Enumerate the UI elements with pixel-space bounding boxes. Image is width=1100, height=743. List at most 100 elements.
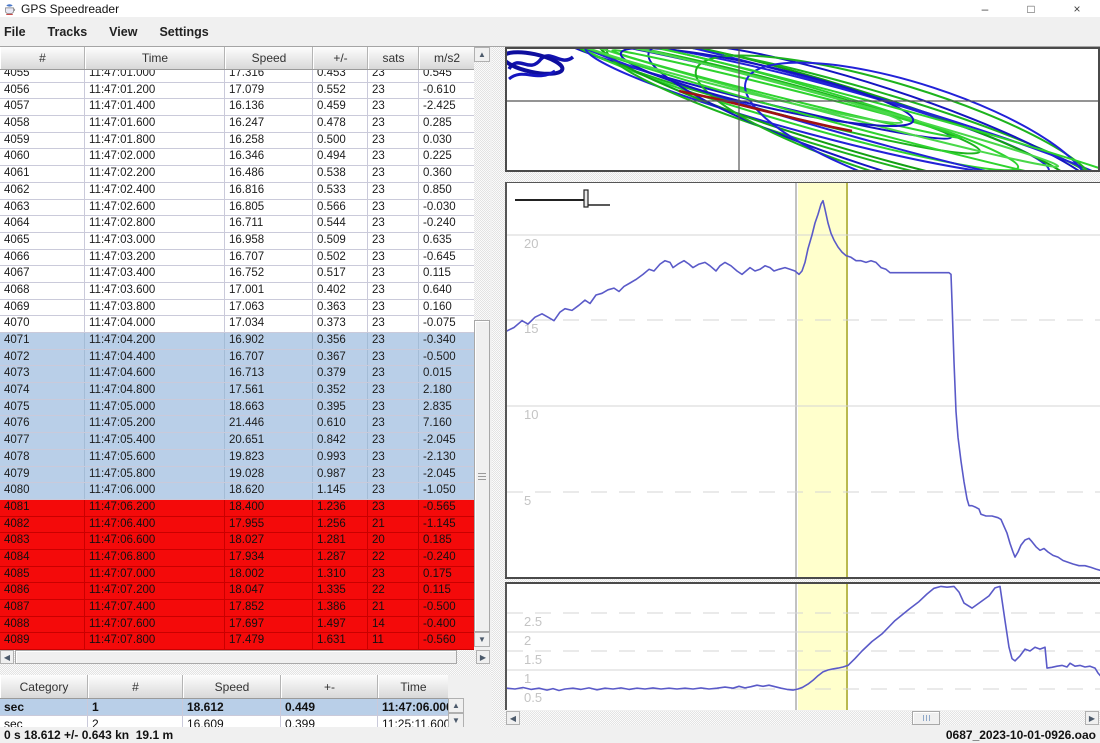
scroll-up-button[interactable]: ▲ [474,47,490,62]
maximize-button[interactable]: □ [1008,0,1054,17]
speed-chart[interactable]: 2015105 [505,182,1100,577]
map-chart-splitter[interactable] [505,172,1100,182]
table-row[interactable]: 408311:47:06.60018.0271.281200.185 [0,533,474,550]
menu-settings[interactable]: Settings [148,25,219,39]
table-row[interactable]: 408711:47:07.40017.8521.38621-0.500 [0,600,474,617]
table-cell: 1.335 [313,583,368,599]
column-header[interactable]: Category [0,675,88,698]
table-row[interactable]: 406411:47:02.80016.7110.54423-0.240 [0,216,474,233]
column-header[interactable]: m/s2 [419,47,474,69]
table-row[interactable]: 407911:47:05.80019.0280.98723-2.045 [0,467,474,484]
points-table[interactable]: #TimeSpeed+/-satsm/s2 405511:47:01.00017… [0,47,474,650]
table-row[interactable]: 407811:47:05.60019.8230.99323-2.130 [0,450,474,467]
table-row[interactable]: 408111:47:06.20018.4001.23623-0.565 [0,500,474,517]
title-bar[interactable]: GPS Speedreader –□× [0,0,1100,17]
table-row[interactable]: 408611:47:07.20018.0471.335220.115 [0,583,474,600]
table-cell: 0.538 [313,166,368,182]
table-horizontal-scrollbar[interactable]: ◀ ▶ [0,650,490,664]
scroll-left-button[interactable]: ◀ [0,650,14,664]
scrollbar-thumb[interactable] [474,320,490,632]
table-row[interactable]: 408911:47:07.80017.4791.63111-0.560 [0,633,474,650]
table-row[interactable]: 406811:47:03.60017.0010.402230.640 [0,283,474,300]
column-header[interactable]: # [0,47,85,69]
chart-divider[interactable] [505,577,1100,584]
summary-table-body[interactable]: sec118.6120.44911:47:06.000sec216.6090.3… [0,699,448,728]
table-row[interactable]: 406511:47:03.00016.9580.509230.635 [0,233,474,250]
vertical-splitter[interactable] [492,47,505,727]
table-row[interactable]: 406211:47:02.40016.8160.533230.850 [0,183,474,200]
chart-horizontal-scrollbar[interactable]: ◀ ▶ [505,711,1100,725]
scroll-right-button[interactable]: ▶ [1085,711,1099,725]
table-row[interactable]: 408411:47:06.80017.9341.28722-0.240 [0,550,474,567]
points-table-body[interactable]: 405511:47:01.00017.3160.453230.545405611… [0,70,474,650]
table-cell: 0.160 [419,300,474,316]
table-row[interactable]: 406111:47:02.20016.4860.538230.360 [0,166,474,183]
menu-file[interactable]: File [0,25,37,39]
column-header[interactable]: Speed [225,47,313,69]
menu-tracks[interactable]: Tracks [37,25,99,39]
table-cell: 16.258 [225,133,313,149]
table-row[interactable]: 408211:47:06.40017.9551.25621-1.145 [0,517,474,534]
table-cell: 4056 [0,83,85,99]
table-vertical-scrollbar[interactable]: ▲ ▼ [474,47,490,647]
table-row[interactable]: 408811:47:07.60017.6971.49714-0.400 [0,617,474,634]
column-header[interactable]: +- [281,675,378,698]
column-header[interactable]: +/- [313,47,368,69]
table-row[interactable]: 406311:47:02.60016.8050.56623-0.030 [0,200,474,217]
table-row[interactable]: 407411:47:04.80017.5610.352232.180 [0,383,474,400]
table-cell: 23 [368,416,419,432]
window-title: GPS Speedreader [21,2,119,16]
table-row[interactable]: 407311:47:04.60016.7130.379230.015 [0,366,474,383]
table-cell: 17.034 [225,316,313,332]
scrollbar-thumb[interactable] [912,711,940,725]
column-header[interactable]: Time [378,675,448,698]
horizontal-splitter[interactable] [0,664,492,675]
summary-table-header[interactable]: Category#Speed+-Time [0,675,448,699]
table-row[interactable]: 407711:47:05.40020.6510.84223-2.045 [0,433,474,450]
track-map[interactable] [505,47,1100,172]
table-row[interactable]: 408511:47:07.00018.0021.310230.175 [0,567,474,584]
column-header[interactable]: sats [368,47,419,69]
table-row[interactable]: 407111:47:04.20016.9020.35623-0.340 [0,333,474,350]
column-header[interactable]: Time [85,47,225,69]
table-row[interactable]: 405611:47:01.20017.0790.55223-0.610 [0,83,474,100]
table-row[interactable]: 406611:47:03.20016.7070.50223-0.645 [0,250,474,267]
table-cell: 20.651 [225,433,313,449]
arrow-up-icon: ▲ [452,701,460,710]
minimize-button[interactable]: – [962,0,1008,17]
close-button[interactable]: × [1054,0,1100,17]
table-row[interactable]: 406711:47:03.40016.7520.517230.115 [0,266,474,283]
error-chart-canvas[interactable]: 2.521.510.5 [507,584,1100,710]
table-row[interactable]: 405911:47:01.80016.2580.500230.030 [0,133,474,150]
table-row[interactable]: 405711:47:01.40016.1360.45923-2.425 [0,99,474,116]
table-row[interactable]: 407211:47:04.40016.7070.36723-0.500 [0,350,474,367]
speed-chart-canvas[interactable]: 2015105 [507,183,1100,577]
column-header[interactable]: Speed [183,675,281,698]
error-chart[interactable]: 2.521.510.5 [505,584,1100,710]
column-header[interactable]: # [88,675,183,698]
table-cell: 0.115 [419,266,474,282]
scroll-down-button[interactable]: ▼ [474,632,490,647]
table-row[interactable]: 405511:47:01.00017.3160.453230.545 [0,70,474,83]
table-row[interactable]: 407611:47:05.20021.4460.610237.160 [0,416,474,433]
scrollbar-thumb[interactable] [15,650,457,664]
table-cell: 4067 [0,266,85,282]
scroll-right-button[interactable]: ▶ [476,650,490,664]
table-row[interactable]: 408011:47:06.00018.6201.14523-1.050 [0,483,474,500]
menu-view[interactable]: View [98,25,148,39]
track-map-canvas[interactable] [507,49,1098,170]
table-row[interactable]: 405811:47:01.60016.2470.478230.285 [0,116,474,133]
table-row[interactable]: 407511:47:05.00018.6630.395232.835 [0,400,474,417]
zoom-slider[interactable] [515,190,610,207]
summary-row[interactable]: sec118.6120.44911:47:06.000 [0,699,448,716]
table-row[interactable]: 406911:47:03.80017.0630.363230.160 [0,300,474,317]
summary-scroll-down-button[interactable]: ▼ [448,713,464,728]
table-cell: 16.707 [225,350,313,366]
summary-scroll-up-button[interactable]: ▲ [448,698,464,713]
menu-bar: FileTracksViewSettings [0,17,1100,47]
table-row[interactable]: 407011:47:04.00017.0340.37323-0.075 [0,316,474,333]
table-cell: 0.395 [313,400,368,416]
table-row[interactable]: 406011:47:02.00016.3460.494230.225 [0,149,474,166]
scroll-left-button[interactable]: ◀ [506,711,520,725]
points-table-header[interactable]: #TimeSpeed+/-satsm/s2 [0,47,474,70]
